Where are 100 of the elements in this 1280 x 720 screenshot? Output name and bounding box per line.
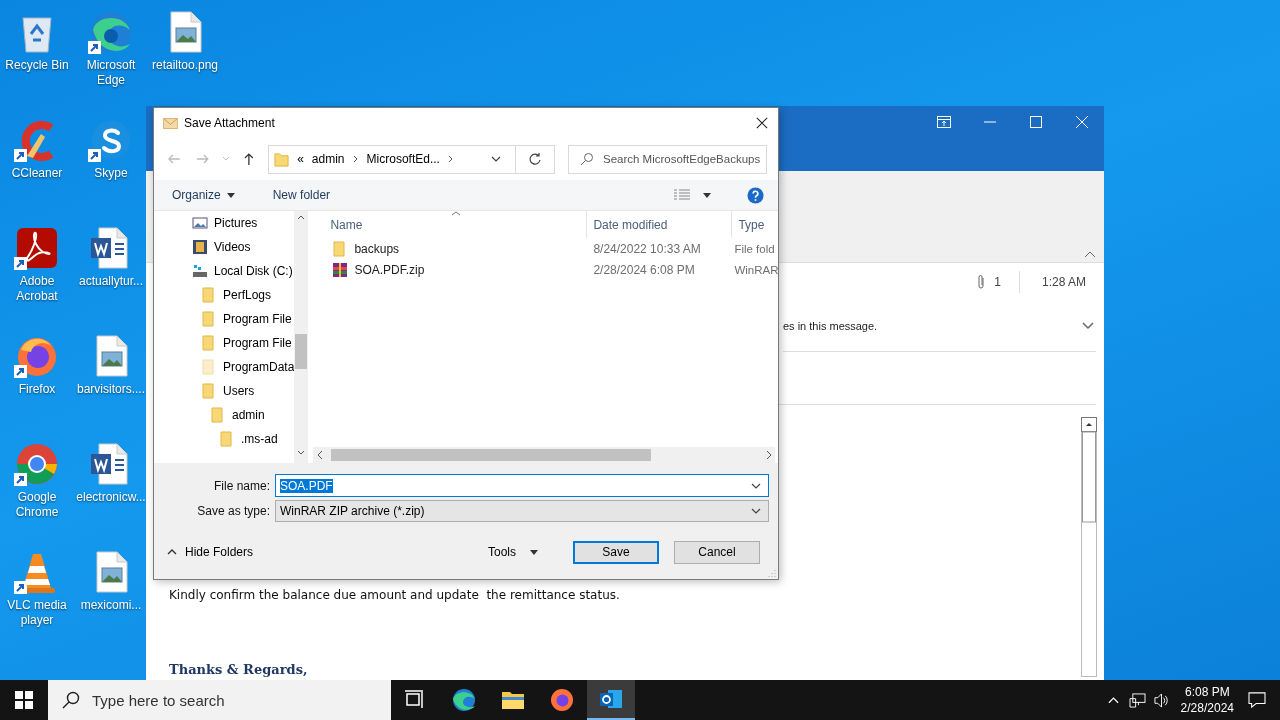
- toolbar-button[interactable]: Organize: [166, 186, 241, 204]
- paperclip-icon: [976, 274, 987, 290]
- scrollbar[interactable]: [1081, 417, 1097, 677]
- field-label: File name:: [212, 478, 271, 493]
- ribbon-display-icon[interactable]: [936, 114, 952, 130]
- close-icon[interactable]: [756, 117, 768, 129]
- file-name-field[interactable]: SOA.PDF: [275, 474, 769, 497]
- expand-icon[interactable]: [1082, 322, 1094, 330]
- desktop-icon-label: actuallytur...: [79, 274, 143, 289]
- desktop-icon-label: mexicomi...: [80, 598, 142, 613]
- caret-icon[interactable]: [703, 192, 711, 198]
- column-header[interactable]: Name: [313, 211, 587, 238]
- folder-tree-item[interactable]: Videos: [154, 235, 295, 259]
- refresh-icon[interactable]: [528, 152, 542, 166]
- file-date: 2/28/2024 6:08 PM: [592, 262, 696, 277]
- archive-icon: [332, 261, 349, 278]
- folder-tree-item[interactable]: Local Disk (C:): [154, 259, 295, 283]
- desktop-icon-label: electronicw...: [76, 490, 146, 505]
- folder-tree-item[interactable]: PerfLogs: [154, 283, 295, 307]
- file-row[interactable]: SOA.PDF.zip 2/28/2024 6:08 PM WinRAR: [313, 259, 779, 280]
- dropdown-icon[interactable]: [491, 156, 501, 162]
- caret-icon: [530, 549, 538, 555]
- desktop-icon-label: Microsoft Edge: [85, 58, 137, 88]
- show-hidden-icons-icon[interactable]: [1107, 696, 1119, 704]
- desktop-icon-label: Adobe Acrobat: [15, 274, 59, 304]
- desktop-icon-label: VLC media player: [6, 598, 68, 628]
- folder-tree-item[interactable]: Users: [154, 379, 295, 403]
- clock-date[interactable]: 2/28/2024: [1180, 700, 1234, 716]
- collapse-icon[interactable]: [1084, 250, 1096, 258]
- mail-app-icon: [599, 687, 623, 711]
- info-bar-text: es in this message.: [783, 320, 879, 332]
- windows-start-icon[interactable]: [15, 691, 33, 709]
- search-field[interactable]: Search MicrosoftEdgeBackups: [568, 144, 767, 174]
- folder-icon: [201, 383, 217, 399]
- clock-time[interactable]: 6:08 PM: [1184, 684, 1230, 700]
- folder-icon: [201, 335, 217, 351]
- desktop-icon-label: CCleaner: [11, 166, 63, 181]
- folder-tree-item[interactable]: .ms-ad: [154, 427, 295, 451]
- folder-tree-item[interactable]: Pictures: [154, 211, 295, 235]
- taskbar-search-field[interactable]: Type here to search: [48, 680, 391, 720]
- wave-circle-icon: [452, 688, 476, 712]
- address-bar[interactable]: « admin MicrosoftEd...: [268, 144, 555, 174]
- folder-tree-item[interactable]: Program File: [154, 307, 295, 331]
- tools-button[interactable]: Tools: [486, 543, 540, 561]
- film-icon: [192, 239, 208, 255]
- folder-icon: [219, 431, 235, 447]
- folder-tree-item[interactable]: admin: [154, 403, 295, 427]
- search-icon: [580, 151, 594, 166]
- maximize-icon[interactable]: [1028, 114, 1044, 130]
- desktop-icon-label: Firefox: [18, 382, 56, 397]
- file-type: File fold: [733, 242, 776, 255]
- message-text: Kindly confirm the balance due amount and update the remittance status.: [169, 588, 621, 602]
- help-icon[interactable]: [747, 186, 764, 204]
- volume-icon[interactable]: [1152, 692, 1170, 708]
- file-name: SOA.PDF.zip: [354, 262, 425, 277]
- chevron-up-icon: [167, 549, 177, 555]
- folder-icon: [210, 407, 226, 423]
- folder-tree-item[interactable]: Program File: [154, 331, 295, 355]
- toolbar-button[interactable]: New folder: [266, 186, 337, 204]
- file-date: 8/24/2022 10:33 AM: [592, 241, 702, 256]
- desktop-icon-label: Skype: [94, 166, 128, 181]
- desktop-icon-label: Recycle Bin: [5, 58, 69, 73]
- file-row[interactable]: backups 8/24/2022 10:33 AM File fold: [313, 238, 779, 259]
- save-type-dropdown[interactable]: WinRAR ZIP archive (*.zip): [275, 499, 769, 522]
- dropdown-icon[interactable]: [751, 482, 761, 489]
- signature-text: Thanks & Regards,: [169, 662, 309, 677]
- caret-icon: [226, 192, 235, 198]
- received-time: 1:28 AM: [1041, 275, 1086, 289]
- file-name: backups: [354, 241, 400, 256]
- attachment-count: 1: [994, 275, 1001, 289]
- scrollbar[interactable]: [313, 447, 776, 463]
- chevron-icon[interactable]: [352, 155, 359, 163]
- column-header[interactable]: Type: [731, 211, 779, 238]
- dialog-button[interactable]: Save: [573, 540, 659, 564]
- folder-icon: [274, 151, 290, 167]
- search-icon: [62, 691, 80, 709]
- field-label: Save as type:: [196, 503, 271, 518]
- chevron-icon[interactable]: [447, 155, 454, 163]
- folder-tree-item[interactable]: ProgramData: [154, 355, 295, 379]
- resize-grip-icon[interactable]: [766, 567, 776, 577]
- desktop-icon-label: Google Chrome: [14, 490, 60, 520]
- dialog-button[interactable]: Cancel: [674, 540, 760, 564]
- dropdown-icon[interactable]: [751, 507, 761, 514]
- network-icon[interactable]: [1128, 692, 1146, 708]
- folder-icon: [201, 311, 217, 327]
- scrollbar[interactable]: [294, 211, 309, 463]
- picture-icon: [192, 215, 208, 231]
- fox-globe-icon: [550, 688, 574, 712]
- hide-folders-button[interactable]: Hide Folders: [165, 543, 256, 561]
- folder-icon: [201, 359, 217, 375]
- drive-icon: [192, 263, 208, 279]
- notifications-icon[interactable]: [1248, 692, 1266, 708]
- sort-caret-icon: [451, 211, 462, 216]
- envelope-icon: [163, 117, 178, 129]
- folder-icon: [201, 287, 217, 303]
- column-header[interactable]: Date modified: [586, 211, 732, 238]
- desktop-icon-label: retailtoo.png: [151, 58, 218, 73]
- dialog-title: Save Attachment: [184, 116, 276, 130]
- desktop-icon-label: barvisitors....: [77, 382, 145, 397]
- file-type: WinRAR: [733, 263, 779, 276]
